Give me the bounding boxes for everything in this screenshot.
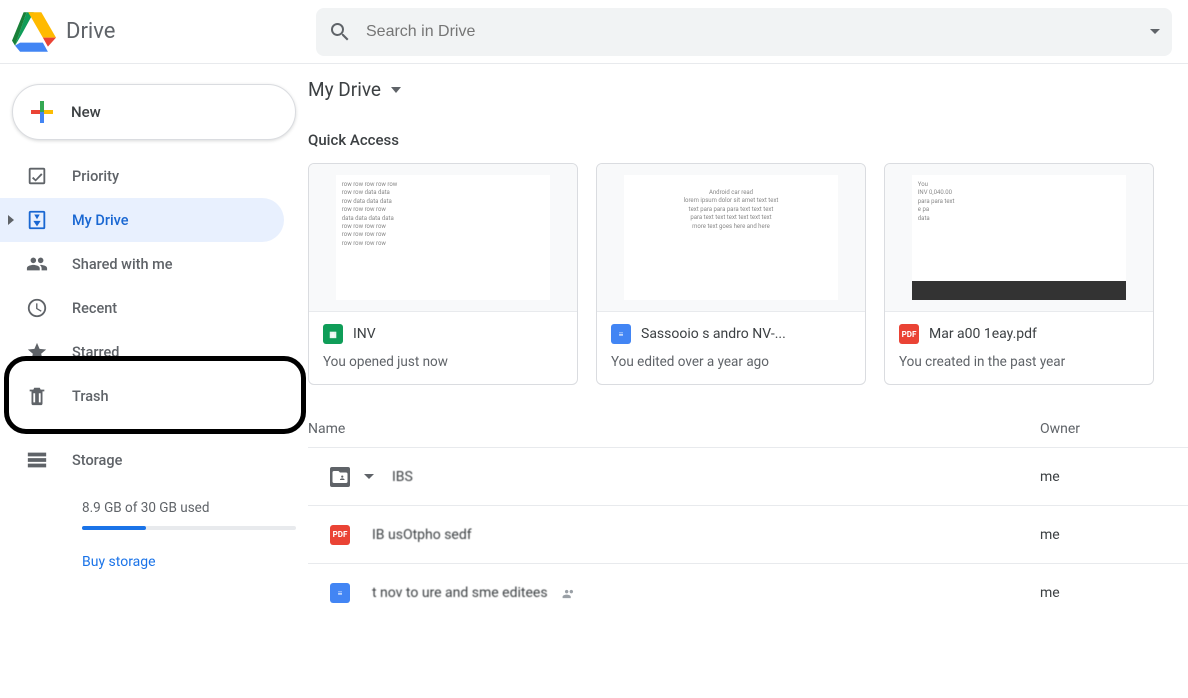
main-area: My Drive Quick Access row row row row ro… (296, 64, 1188, 698)
sidebar-item-recent[interactable]: Recent (0, 286, 284, 330)
file-name: Mar a00 1eay.pdf (929, 326, 1037, 342)
plus-icon (27, 97, 57, 127)
my-drive-icon (26, 209, 48, 231)
topbar: Drive (0, 0, 1188, 64)
sheets-icon: ▦ (323, 324, 343, 344)
file-name: Sassooio s andro NV-... (641, 326, 786, 342)
file-name: IBS (392, 469, 413, 485)
folder-shared-icon (330, 467, 350, 487)
list-row[interactable]: IBS me (308, 448, 1188, 506)
list-row[interactable]: ≡ t nov to ure and sme editees me (308, 564, 1188, 622)
owner-cell: me (1040, 469, 1160, 485)
file-thumbnail: row row row row rowrow row data datarow … (309, 164, 577, 312)
sidebar-item-my-drive[interactable]: My Drive (0, 198, 284, 242)
search-options-caret-icon[interactable] (1150, 29, 1160, 34)
location-breadcrumb[interactable]: My Drive (308, 78, 1188, 101)
expand-caret-icon[interactable] (8, 215, 14, 225)
sidebar-item-storage[interactable]: Storage (0, 438, 284, 482)
location-label: My Drive (308, 78, 381, 101)
priority-icon (26, 165, 48, 187)
storage-icon (26, 449, 48, 471)
new-button-label: New (71, 103, 101, 121)
file-list: Name Owner IBS me PDF IB usOtpho sedf (308, 421, 1188, 622)
sidebar-item-priority[interactable]: Priority (0, 154, 284, 198)
shared-indicator-icon (560, 587, 578, 599)
sidebar-item-starred[interactable]: Starred (0, 330, 284, 374)
owner-cell: me (1040, 585, 1160, 601)
storage-text: 8.9 GB of 30 GB used (82, 500, 296, 516)
nav-label: My Drive (72, 212, 129, 229)
nav-label: Recent (72, 300, 117, 317)
docs-icon: ≡ (330, 583, 350, 603)
sidebar-item-shared[interactable]: Shared with me (0, 242, 284, 286)
drive-logo-icon (12, 10, 56, 54)
sidebar: New Priority My Drive Shared with (0, 64, 296, 698)
file-subtitle: You opened just now (323, 354, 563, 370)
list-header: Name Owner (308, 421, 1188, 448)
column-owner[interactable]: Owner (1040, 421, 1160, 437)
buy-storage-link[interactable]: Buy storage (82, 554, 296, 570)
owner-cell: me (1040, 527, 1160, 543)
drive-logo-block[interactable]: Drive (12, 10, 260, 54)
search-icon (328, 20, 352, 44)
quick-access-card[interactable]: YouINV 0,040.00para para texte padata PD… (884, 163, 1154, 385)
file-subtitle: You created in the past year (899, 354, 1139, 370)
file-name: INV (353, 326, 376, 342)
quick-access-card[interactable]: Android car readlorem ipsum dolor sit am… (596, 163, 866, 385)
quick-access-row: row row row row rowrow row data datarow … (308, 163, 1188, 385)
storage-block: 8.9 GB of 30 GB used Buy storage (0, 500, 296, 570)
file-thumbnail: Android car readlorem ipsum dolor sit am… (597, 164, 865, 312)
new-button[interactable]: New (12, 84, 296, 140)
nav-label: Trash (72, 388, 109, 405)
file-thumbnail: YouINV 0,040.00para para texte padata (885, 164, 1153, 312)
pdf-icon: PDF (899, 324, 919, 344)
nav-label: Storage (72, 452, 122, 469)
quick-access-card[interactable]: row row row row rowrow row data datarow … (308, 163, 578, 385)
shared-icon (26, 253, 48, 275)
recent-icon (26, 297, 48, 319)
trash-icon (26, 385, 48, 407)
docs-icon: ≡ (611, 324, 631, 344)
nav-label: Shared with me (72, 256, 173, 273)
list-row[interactable]: PDF IB usOtpho sedf me (308, 506, 1188, 564)
pdf-icon: PDF (330, 525, 350, 545)
storage-bar (82, 526, 296, 530)
quick-access-title: Quick Access (308, 131, 1188, 149)
column-name[interactable]: Name (308, 421, 1040, 437)
search-bar[interactable] (316, 8, 1172, 56)
chevron-down-icon[interactable] (364, 474, 374, 479)
search-input[interactable] (366, 23, 1142, 41)
star-icon (26, 341, 48, 363)
file-name: t nov to ure and sme editees (372, 585, 548, 601)
nav-label: Starred (72, 344, 119, 361)
sidebar-item-trash[interactable]: Trash (0, 374, 284, 418)
nav-label: Priority (72, 168, 119, 185)
chevron-down-icon (391, 87, 401, 93)
file-name: IB usOtpho sedf (372, 527, 472, 543)
drive-logo-text: Drive (66, 19, 115, 44)
file-subtitle: You edited over a year ago (611, 354, 851, 370)
